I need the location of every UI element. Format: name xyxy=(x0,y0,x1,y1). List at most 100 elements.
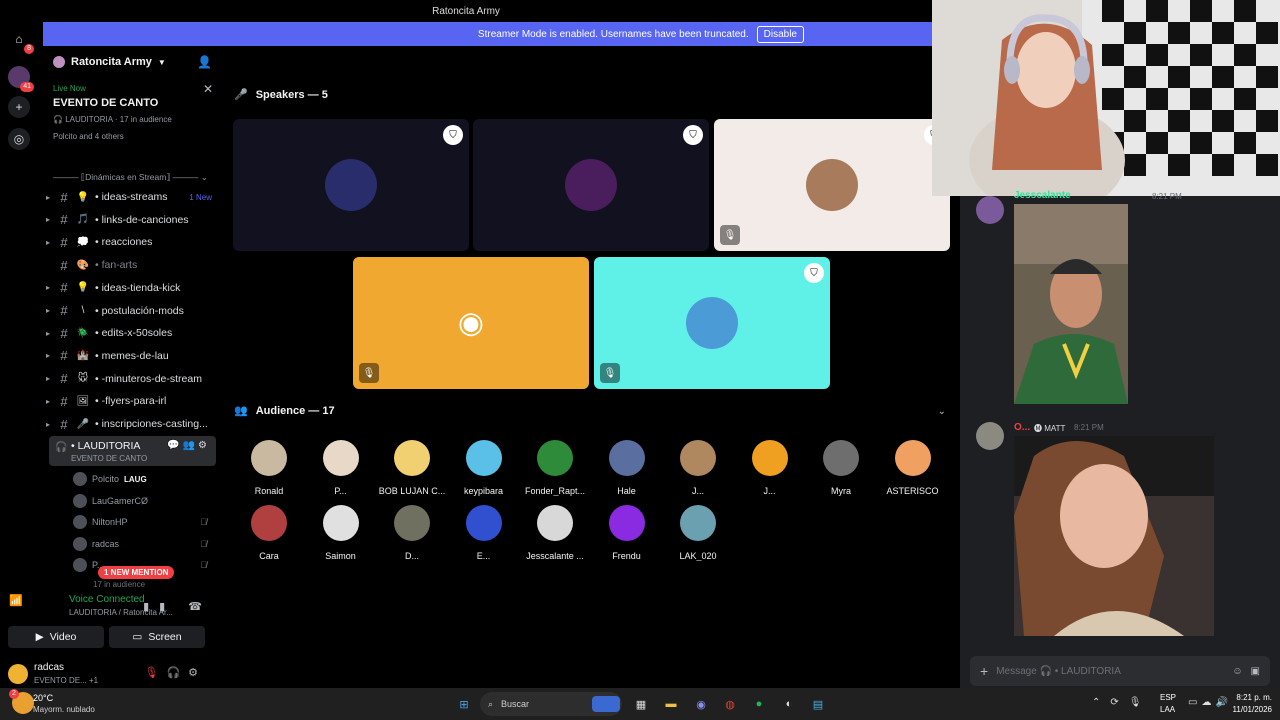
notepad-icon[interactable]: ▤ xyxy=(808,694,828,714)
add-server-icon[interactable]: + xyxy=(8,96,30,118)
avatar xyxy=(73,558,87,572)
clock-date[interactable]: 11/01/2026 xyxy=(1222,705,1272,714)
video-button[interactable]: ▶ Video xyxy=(8,626,104,648)
audience-member[interactable]: Myra xyxy=(805,440,877,496)
event-speakers: Polcito and 4 others xyxy=(53,132,124,141)
message-author[interactable]: O... xyxy=(1014,422,1030,433)
voice-user[interactable]: Polcito LAUG xyxy=(73,469,213,489)
audience-member[interactable]: ASTERISCO xyxy=(877,440,949,496)
screen-share-button[interactable]: ▭ Screen xyxy=(109,626,205,648)
audience-member[interactable]: Fonder_Rapt... xyxy=(519,440,591,496)
channel-emoji: 🖼 xyxy=(76,395,90,407)
windows-start-icon[interactable]: ⊞ xyxy=(454,694,474,714)
language-1[interactable]: ESP xyxy=(1160,693,1176,702)
gif-icon[interactable]: ▣ xyxy=(1251,666,1260,677)
chrome-icon[interactable]: ◍ xyxy=(720,694,740,714)
channel-9[interactable]: ▸ # 🖼 • -flyers-para-irl xyxy=(43,390,222,412)
category-header[interactable]: ——— ⟦Dinámicas en Stream⟧ ——— ⌄ xyxy=(53,172,218,183)
system-tray-icons[interactable]: ⌃⟳🎙 xyxy=(1092,697,1151,708)
file-explorer-icon[interactable]: ▬ xyxy=(661,694,681,714)
channel-0[interactable]: ▸ # 💡 • ideas-streams 1 New xyxy=(43,186,222,208)
audience-member[interactable]: Hale xyxy=(591,440,663,496)
discord-home-icon[interactable]: ⌂ 8 xyxy=(8,28,34,54)
obs-icon[interactable]: ◐ xyxy=(779,694,799,714)
weather-badge: 2 xyxy=(9,689,19,699)
audience-member[interactable]: LAK_020 xyxy=(662,505,734,561)
user-panel[interactable]: radcas EVENTO DE... +1 🎙🎧⚙ xyxy=(8,658,222,688)
audience-member[interactable]: J... xyxy=(734,440,806,496)
chevron-right-icon: ▸ xyxy=(45,396,50,406)
speaker-tile[interactable]: ⛉ xyxy=(473,119,709,251)
spotify-icon[interactable]: ● xyxy=(749,694,769,714)
new-mention-pill[interactable]: 1 NEW MENTION xyxy=(98,566,175,579)
audience-member[interactable]: keypibara xyxy=(448,440,520,496)
audience-member[interactable]: J... xyxy=(662,440,734,496)
audience-member[interactable]: BOB LUJAN C... xyxy=(376,440,448,496)
speaker-tile[interactable]: ⛉🎙 xyxy=(594,257,830,389)
audience-member[interactable]: E... xyxy=(448,505,520,561)
audience-member[interactable]: Frendu xyxy=(591,505,663,561)
weather-icon[interactable]: 2 xyxy=(9,689,34,714)
avatar xyxy=(394,440,430,476)
server-icon-ratoncita[interactable]: 41 xyxy=(8,66,34,92)
discord-taskbar-icon[interactable]: ◉ xyxy=(691,694,711,714)
speaker-tile[interactable]: ⛉ xyxy=(233,119,469,251)
audience-member[interactable]: Ronald xyxy=(233,440,305,496)
audience-name: LAK_020 xyxy=(679,551,717,561)
channel-2[interactable]: ▸ # 💭 • reacciones xyxy=(43,231,222,253)
voice-user-name: LauGamerCØ xyxy=(92,495,149,506)
task-view-icon[interactable]: ▦ xyxy=(631,694,651,714)
invite-people-icon[interactable]: 👤 xyxy=(197,55,212,69)
avatar xyxy=(823,440,859,476)
collapse-chevron-icon[interactable]: ⌄ xyxy=(938,406,946,417)
channel-7[interactable]: ▸ # 🏰 • memes-de-lau xyxy=(43,345,222,367)
voice-channel-lauditoria[interactable]: 🎧 • LAUDITORIA EVENTO DE CANTO 💬👥⚙ xyxy=(49,436,216,466)
channel-3[interactable]: # 🎨 • fan-arts xyxy=(43,254,222,276)
channel-8[interactable]: ▸ # 🐭 • -minuteros-de-stream xyxy=(43,368,222,390)
channel-emoji: 🐭 xyxy=(77,373,89,385)
noise-suppression-disconnect-icons[interactable]: ▮▮ ☎ xyxy=(143,600,212,613)
message-author[interactable]: Jesscalante xyxy=(1014,190,1071,201)
channel-5[interactable]: ▸ # \ • postulación-mods xyxy=(43,300,222,322)
audience-member[interactable]: D... xyxy=(376,505,448,561)
audience-member[interactable]: P... xyxy=(305,440,377,496)
live-event-card[interactable]: Live Now EVENTO DE CANTO 🎧 LAUDITORIA · … xyxy=(53,82,213,141)
discord-logo-icon: ◉ xyxy=(457,306,485,340)
audience-member[interactable]: Saimon xyxy=(305,505,377,561)
hash-icon: # xyxy=(60,371,68,387)
audience-name: Jesscalante ... xyxy=(526,551,584,561)
channel-10[interactable]: ▸ # 🎤 • inscripciones-casting... xyxy=(43,413,222,435)
speaker-tile[interactable]: ◉ 🎙 xyxy=(353,257,589,389)
user-controls[interactable]: 🎙🎧⚙ xyxy=(144,666,206,679)
audience-member[interactable]: Cara xyxy=(233,505,305,561)
add-attachment-icon[interactable]: + xyxy=(980,663,988,679)
disable-streamer-mode-button[interactable]: Disable xyxy=(756,25,804,43)
mic-icon: 🎤 xyxy=(234,89,248,101)
discover-icon[interactable]: ◎ xyxy=(8,128,30,150)
message-image[interactable] xyxy=(1014,436,1214,636)
clock-time[interactable]: 8:21 p. m. xyxy=(1222,693,1272,702)
message-time: 8:21 PM xyxy=(1152,192,1182,201)
channel-6[interactable]: ▸ # 🪲 • edits-x-50soles xyxy=(43,322,222,344)
close-icon[interactable]: ✕ xyxy=(203,82,213,96)
server-header[interactable]: Ratoncita Army ▼ 👤 xyxy=(43,46,222,78)
audience-member[interactable]: Jesscalante ... xyxy=(519,505,591,561)
message-image[interactable] xyxy=(1014,204,1128,404)
channel-1[interactable]: ▸ # 🎵 • links-de-canciones xyxy=(43,209,222,231)
emoji-icon[interactable]: ☺ xyxy=(1232,666,1242,677)
message-input[interactable]: + Message 🎧 • LAUDITORIA ☺ ▣ xyxy=(970,656,1270,686)
speaker-tile[interactable]: ⛉🎙 xyxy=(714,119,950,251)
voice-user[interactable]: LauGamerCØ xyxy=(73,491,213,511)
channel-label: • ideas-streams xyxy=(95,191,168,203)
language-2[interactable]: LAA xyxy=(1160,705,1175,714)
signal-icon[interactable]: 📶 xyxy=(9,594,23,607)
audience-name: ASTERISCO xyxy=(886,486,939,496)
channel-actions-icon[interactable]: 💬👥⚙ xyxy=(167,440,210,451)
voice-user[interactable]: NiltonHP 🎙̸ xyxy=(73,512,213,532)
username: radcas xyxy=(34,662,65,673)
audience-name: Myra xyxy=(831,486,851,496)
taskbar-search[interactable]: ⌕ Buscar xyxy=(480,692,622,716)
user-status: EVENTO DE... +1 xyxy=(34,676,99,685)
voice-user[interactable]: radcas 🎙̸ xyxy=(73,534,213,554)
channel-4[interactable]: ▸ # 💡 • ideas-tienda-kick xyxy=(43,277,222,299)
